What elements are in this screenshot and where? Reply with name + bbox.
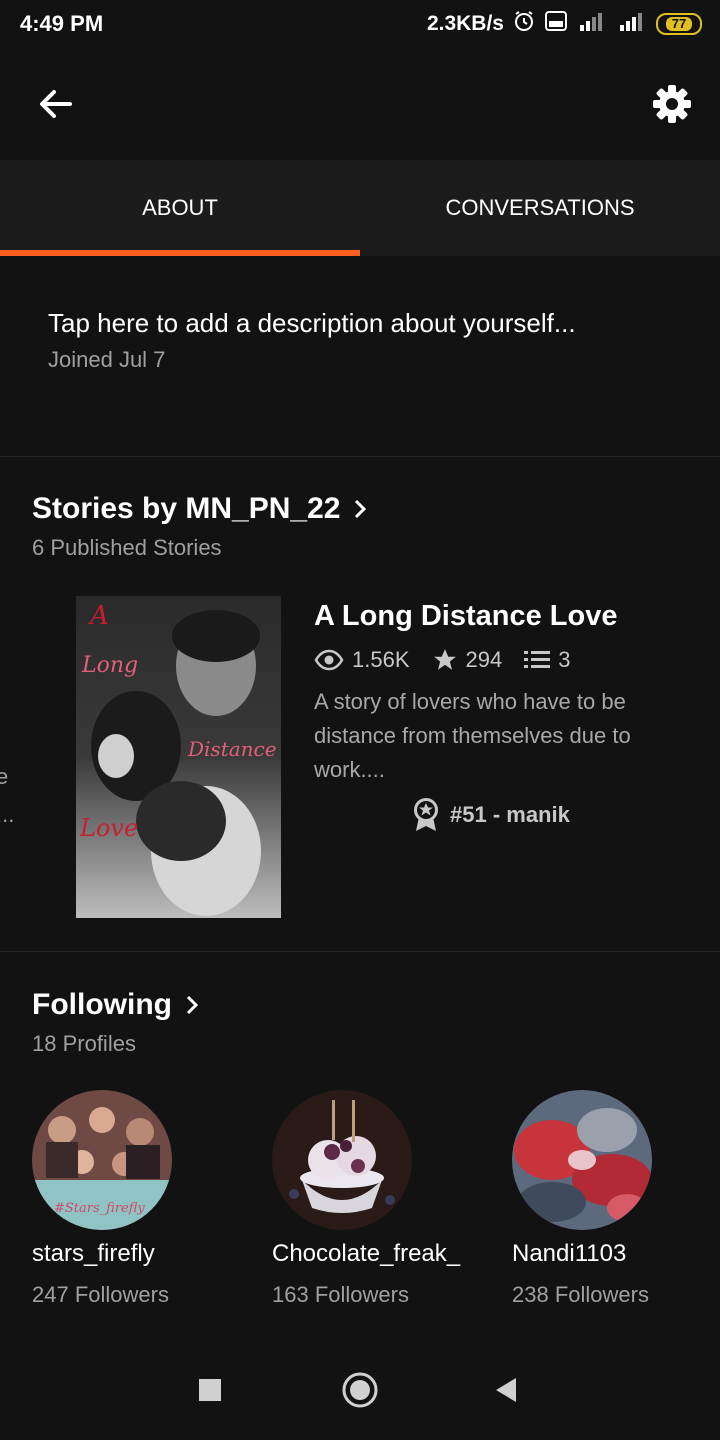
profile-name: Nandi1103 <box>512 1240 627 1267</box>
battery-level: 77 <box>665 17 693 31</box>
star-icon <box>433 649 456 670</box>
story-info[interactable]: A Long Distance Love 1.56K 294 3 A story… <box>314 600 694 833</box>
volte-icon <box>544 9 568 39</box>
chevron-right-icon <box>355 499 367 519</box>
profile-followers: 163 Followers <box>272 1282 409 1307</box>
rank-text: #51 - manik <box>450 802 570 827</box>
reads-count: 1.56K <box>352 647 410 672</box>
gear-icon <box>653 85 691 123</box>
avatar-caption: #Stars_firefly <box>54 1201 145 1216</box>
arrow-left-icon <box>40 90 72 118</box>
profile-card[interactable]: Nandi1103 238 Followers <box>512 1090 720 1308</box>
cover-word-love: Love <box>79 814 138 842</box>
about-section: Tap here to add a description about your… <box>0 256 720 457</box>
home-button[interactable] <box>338 1368 382 1412</box>
stories-title: Stories by MN_PN_22 <box>32 492 341 525</box>
avatar[interactable]: #Stars_firefly <box>32 1090 172 1230</box>
tab-about[interactable]: ABOUT <box>0 160 360 256</box>
previous-story-fragment: e <box>0 764 9 789</box>
add-description-prompt[interactable]: Tap here to add a description about your… <box>48 308 576 339</box>
story-stats: 1.56K 294 3 <box>314 647 694 673</box>
system-nav-bar <box>0 1340 720 1440</box>
story-cover-image: A Long Distance Love <box>76 596 281 918</box>
status-bar: 4:49 PM 2.3KB/s 77 <box>0 0 720 50</box>
recents-square-icon <box>199 1379 221 1401</box>
eye-icon <box>314 649 344 671</box>
profile-followers: 238 Followers <box>512 1282 649 1307</box>
back-triangle-icon <box>496 1378 516 1402</box>
ribbon-icon <box>414 798 438 831</box>
avatar[interactable] <box>512 1090 652 1230</box>
list-icon <box>524 651 551 668</box>
signal-4g-icon <box>576 9 610 39</box>
status-icons: 2.3KB/s 77 <box>427 10 702 38</box>
profile-tabs: ABOUT CONVERSATIONS <box>0 160 720 256</box>
reads-stat: 1.56K <box>314 647 410 673</box>
home-circle-icon <box>342 1372 378 1408</box>
previous-story-fragment-ellipsis: ... <box>0 802 15 827</box>
parts-stat: 3 <box>524 647 570 673</box>
profile-followers: 247 Followers <box>32 1282 169 1307</box>
recents-button[interactable] <box>188 1368 232 1412</box>
following-title: Following <box>32 988 172 1021</box>
stories-header[interactable]: Stories by MN_PN_22 <box>32 492 370 526</box>
status-time: 4:49 PM <box>20 11 104 36</box>
avatar-image <box>512 1090 652 1230</box>
following-section: Following 18 Profiles #Stars_firefly sta… <box>0 952 720 1332</box>
story-cover[interactable]: A Long Distance Love <box>76 596 281 918</box>
story-title[interactable]: A Long Distance Love <box>314 600 694 633</box>
avatar[interactable] <box>272 1090 412 1230</box>
profile-card[interactable]: #Stars_firefly stars_firefly 247 Followe… <box>32 1090 252 1308</box>
avatar-image: #Stars_firefly <box>32 1090 172 1230</box>
following-count: 18 Profiles <box>32 1031 136 1056</box>
top-app-bar <box>0 50 720 160</box>
parts-count: 3 <box>558 647 571 672</box>
joined-date: Joined Jul 7 <box>48 347 166 372</box>
avatar-image <box>272 1090 412 1230</box>
stories-count: 6 Published Stories <box>32 535 222 560</box>
votes-stat: 294 <box>432 647 503 673</box>
settings-button[interactable] <box>650 82 694 126</box>
following-header[interactable]: Following <box>32 988 202 1022</box>
story-description: A story of lovers who have to be distanc… <box>314 689 631 782</box>
cover-word-long: Long <box>81 653 138 678</box>
back-button[interactable] <box>34 82 78 126</box>
nav-back-button[interactable] <box>484 1368 528 1412</box>
profile-card[interactable]: Chocolate_freak_ 163 Followers <box>272 1090 492 1308</box>
cover-word-distance: Distance <box>187 737 277 761</box>
tab-conversations[interactable]: CONVERSATIONS <box>360 160 720 256</box>
signal-icon <box>618 9 648 39</box>
network-speed: 2.3KB/s <box>426 12 504 35</box>
alarm-icon <box>512 9 536 39</box>
cover-word-a: A <box>88 601 109 631</box>
rank-badge: #51 - manik <box>412 797 694 833</box>
votes-count: 294 <box>465 647 503 672</box>
battery-icon: 77 <box>656 13 702 35</box>
stories-section: Stories by MN_PN_22 6 Published Stories … <box>0 456 720 952</box>
profile-name: stars_firefly <box>32 1240 155 1267</box>
chevron-right-icon <box>186 995 199 1015</box>
profile-name: Chocolate_freak_ <box>272 1240 461 1267</box>
